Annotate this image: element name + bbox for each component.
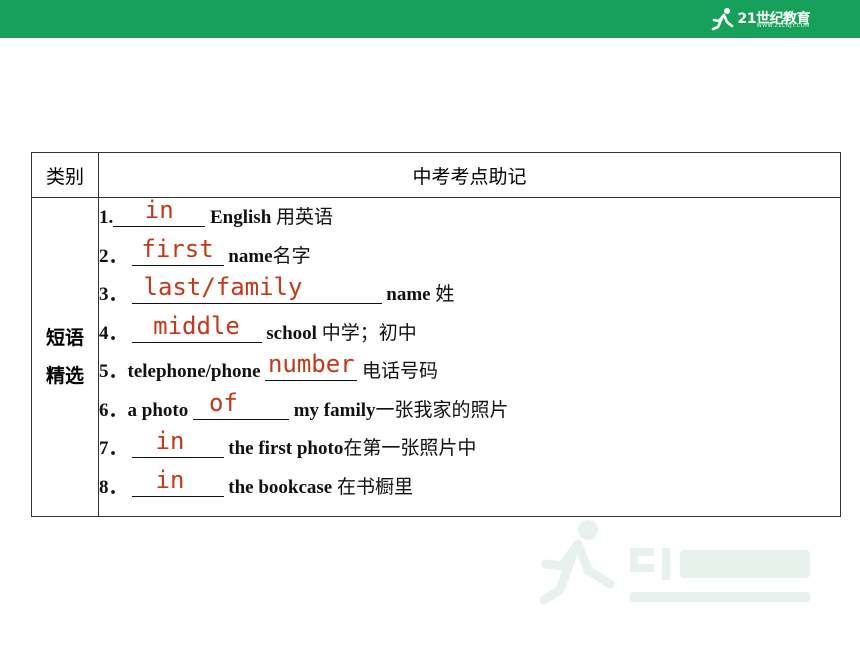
items-cell: 1. in English 用英语 2． first name名字 3． last/f…	[98, 197, 841, 517]
top-banner: 21世纪教育 WWW.21CNJY.COM	[0, 0, 860, 38]
list-item: 4． middle school 中学；初中	[99, 314, 840, 353]
category-cell: 短语 精选	[31, 197, 99, 517]
list-item: 1. in English 用英语	[99, 198, 840, 237]
item-meaning: 用英语	[276, 206, 334, 228]
answer-text: of	[208, 388, 238, 417]
item-meaning: 电话号码	[362, 360, 439, 382]
item-text: the first photo	[223, 438, 344, 459]
category-line-2: 精选	[45, 365, 84, 387]
item-meaning: 中学；初中	[321, 321, 417, 344]
list-item: 7． in the first photo在第一张照片中	[99, 429, 840, 468]
item-text: name	[223, 245, 273, 267]
item-number: 4．	[99, 322, 128, 344]
list-item: 6．a photo of my family一张我家的照片	[99, 391, 840, 430]
item-text: my family	[288, 399, 376, 421]
item-meaning: 一张我家的照片	[375, 398, 509, 421]
answer-blank: in	[131, 468, 224, 497]
brand-url: WWW.21CNJY.COM	[756, 23, 810, 29]
item-number: 6．	[99, 399, 128, 421]
category-line-1: 短语	[45, 327, 84, 349]
item-number: 8．	[99, 476, 128, 498]
list-item: 3． last/family name 姓	[99, 275, 840, 314]
answer-blank: of	[192, 391, 289, 420]
phrase-table: 类别 中考考点助记 短语 精选 1. in English 用英语 2． first…	[31, 152, 841, 517]
answer-text: in	[144, 196, 174, 224]
item-text: school	[261, 322, 322, 344]
item-number: 5．	[99, 361, 128, 382]
item-meaning: 姓	[435, 283, 455, 305]
table-header-row: 类别 中考考点助记	[31, 152, 841, 198]
item-text: the bookcase	[223, 476, 337, 498]
header-content: 中考考点助记	[98, 152, 841, 198]
answer-text: in	[155, 465, 185, 494]
item-number: 7．	[99, 438, 128, 459]
item-number: 1.	[99, 207, 114, 228]
list-item: 5．telephone/phone number 电话号码	[99, 352, 840, 391]
answer-blank: last/family	[131, 275, 382, 304]
item-prefix: telephone/phone	[127, 361, 266, 382]
answer-text: last/family	[143, 273, 303, 301]
answer-text: in	[155, 427, 185, 455]
item-prefix: a photo	[127, 399, 193, 421]
table-body-row: 短语 精选 1. in English 用英语 2． first name名字 3．…	[31, 197, 841, 517]
item-text: English	[205, 207, 277, 228]
item-meaning: 名字	[272, 244, 311, 267]
answer-text: middle	[153, 311, 240, 340]
answer-blank: number	[265, 352, 358, 381]
list-item: 2． first name名字	[99, 237, 840, 276]
answer-text: number	[267, 350, 355, 378]
watermark-logo	[540, 520, 810, 605]
answer-blank: middle	[131, 314, 262, 343]
item-text: name	[381, 284, 436, 305]
header-category: 类别	[31, 152, 99, 198]
item-meaning: 在第一张照片中	[343, 437, 477, 459]
item-number: 2．	[99, 245, 128, 267]
list-item: 8． in the bookcase 在书橱里	[99, 468, 840, 507]
answer-text: first	[141, 234, 214, 263]
item-number: 3．	[99, 284, 128, 305]
answer-blank: first	[131, 237, 224, 266]
runner-icon	[711, 8, 733, 31]
answer-blank: in	[113, 198, 206, 227]
brand-logo: 21世纪教育 WWW.21CNJY.COM	[710, 6, 811, 32]
answer-blank: in	[131, 429, 224, 458]
item-meaning: 在书橱里	[337, 475, 414, 498]
